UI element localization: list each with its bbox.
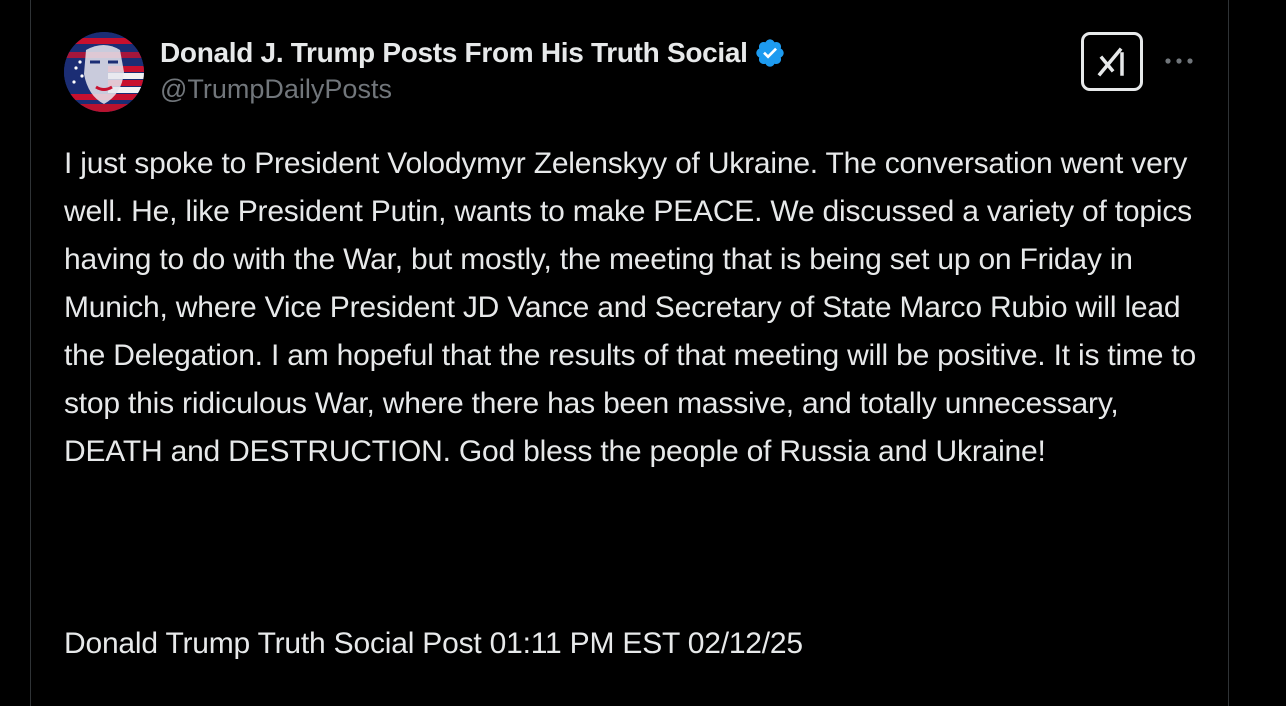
post-text: I just spoke to President Volodymyr Zele…: [64, 147, 1205, 468]
verified-badge-icon[interactable]: [754, 37, 786, 69]
more-options-button[interactable]: [1159, 46, 1199, 76]
flag-face-avatar-icon: [64, 32, 144, 112]
post-footer-text: Donald Trump Truth Social Post 01:11 PM …: [64, 627, 803, 660]
author-display-name[interactable]: Donald J. Trump Posts From His Truth Soc…: [160, 37, 748, 69]
grok-icon: [1097, 47, 1124, 76]
avatar[interactable]: [64, 32, 144, 112]
grok-button[interactable]: [1081, 32, 1143, 91]
more-options-icon: [1165, 58, 1193, 64]
post-card: Donald J. Trump Posts From His Truth Soc…: [30, 0, 1229, 706]
author-handle[interactable]: @TrumpDailyPosts: [160, 74, 392, 105]
author-name-row[interactable]: Donald J. Trump Posts From His Truth Soc…: [160, 34, 786, 72]
